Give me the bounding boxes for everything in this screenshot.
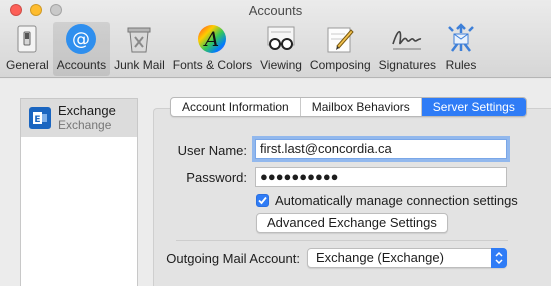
svg-text:@: @ [72, 29, 90, 50]
toolbar-junk-mail-label: Junk Mail [114, 58, 165, 72]
toolbar-accounts-label: Accounts [56, 58, 107, 72]
window-toolbar: Accounts General @ Accounts Junk Mail A … [0, 0, 551, 78]
toolbar-general-label: General [6, 58, 49, 72]
toolbar-rules-label: Rules [445, 58, 477, 72]
outgoing-account-select[interactable]: Exchange (Exchange) [307, 248, 507, 268]
auto-manage-checkbox[interactable] [256, 194, 269, 207]
signature-icon [390, 23, 424, 55]
at-sign-icon: @ [64, 23, 98, 55]
toolbar-fonts-colors-label: Fonts & Colors [172, 58, 253, 72]
updown-arrows-icon [491, 248, 507, 268]
pencil-icon [323, 23, 357, 55]
divider [176, 240, 508, 241]
toolbar-signatures-label: Signatures [378, 58, 436, 72]
glasses-icon [264, 23, 298, 55]
settings-tabs: Account Information Mailbox Behaviors Se… [170, 97, 527, 117]
toolbar-viewing[interactable]: Viewing [256, 22, 306, 76]
svg-text:A: A [203, 27, 219, 51]
color-wheel-icon: A [195, 23, 229, 55]
toolbar-signatures[interactable]: Signatures [375, 22, 440, 76]
toolbar-accounts[interactable]: @ Accounts [52, 22, 111, 76]
account-type: Exchange [58, 118, 112, 132]
account-list-item[interactable]: E Exchange Exchange [21, 99, 137, 137]
exchange-icon: E [29, 107, 51, 129]
toolbar-composing[interactable]: Composing [306, 22, 375, 76]
outgoing-account-label: Outgoing Mail Account: [166, 251, 300, 266]
account-name: Exchange [58, 103, 116, 118]
switch-icon [10, 23, 44, 55]
preferences-toolbar: General @ Accounts Junk Mail A Fonts & C… [2, 22, 482, 76]
tab-account-information[interactable]: Account Information [171, 98, 301, 116]
trash-icon [122, 23, 156, 55]
toolbar-rules[interactable]: Rules [440, 22, 482, 76]
auto-manage-label: Automatically manage connection settings [275, 193, 518, 208]
tab-server-settings[interactable]: Server Settings [421, 98, 526, 116]
toolbar-junk-mail[interactable]: Junk Mail [110, 22, 169, 76]
password-label: Password: [186, 170, 247, 185]
tab-mailbox-behaviors[interactable]: Mailbox Behaviors [301, 98, 422, 116]
svg-text:E: E [34, 115, 40, 125]
checkmark-icon [258, 196, 267, 205]
username-field[interactable]: first.last@concordia.ca [255, 139, 507, 159]
password-field[interactable]: ●●●●●●●●●● [255, 167, 507, 187]
account-list[interactable]: E Exchange Exchange [20, 98, 138, 286]
window-title: Accounts [248, 3, 303, 18]
outgoing-account-value: Exchange (Exchange) [316, 250, 444, 265]
toolbar-general[interactable]: General [2, 22, 53, 76]
username-label: User Name: [177, 143, 247, 158]
rules-icon [444, 23, 478, 55]
advanced-exchange-settings-button[interactable]: Advanced Exchange Settings [256, 213, 448, 233]
auto-manage-row: Automatically manage connection settings [256, 193, 518, 208]
toolbar-composing-label: Composing [309, 58, 371, 72]
toolbar-fonts-colors[interactable]: A Fonts & Colors [169, 22, 256, 76]
toolbar-viewing-label: Viewing [260, 58, 302, 72]
